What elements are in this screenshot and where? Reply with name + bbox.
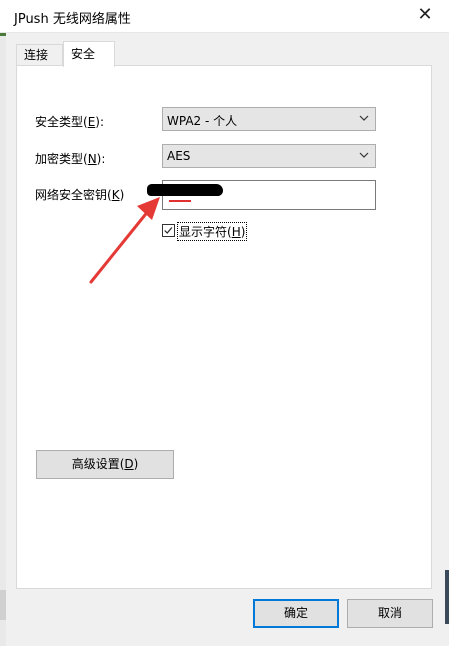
window-title: JPush 无线网络属性	[14, 12, 131, 27]
tab-connection[interactable]: 连接	[16, 44, 63, 65]
show-characters-label[interactable]: 显示字符(H)	[176, 222, 248, 241]
advanced-settings-button[interactable]: 高级设置(D)	[36, 450, 174, 479]
encryption-type-dropdown[interactable]: AES	[162, 144, 376, 168]
encryption-type-value: AES	[167, 149, 191, 163]
cancel-button[interactable]: 取消	[347, 599, 433, 628]
show-characters-checkbox[interactable]	[162, 224, 175, 237]
tab-security-label: 安全	[71, 47, 96, 61]
title-bar[interactable]: JPush 无线网络属性 ✕	[0, 0, 449, 33]
chevron-down-icon	[359, 115, 369, 121]
network-key-input[interactable]	[147, 180, 376, 210]
redaction-mark	[147, 184, 223, 196]
background-window-edge-left-bottom	[0, 590, 6, 620]
text-cursor-underline	[169, 200, 191, 202]
encryption-type-label: 加密类型(N):	[35, 152, 106, 166]
security-type-value: WPA2 - 个人	[167, 114, 238, 128]
close-icon[interactable]: ✕	[415, 5, 435, 25]
security-type-dropdown[interactable]: WPA2 - 个人	[162, 107, 376, 131]
network-key-label: 网络安全密钥(K)	[35, 188, 125, 202]
tab-security[interactable]: 安全	[63, 41, 115, 67]
checkmark-icon	[164, 227, 173, 234]
security-type-label: 安全类型(E):	[35, 115, 105, 129]
security-tab-page: 安全类型(E): WPA2 - 个人 加密类型(N): AES 网络安全密钥(K…	[16, 65, 432, 589]
background-window-edge	[0, 32, 6, 646]
wireless-properties-window: JPush 无线网络属性 ✕ 连接 安全 安全类型(E): WPA2 - 个人 …	[0, 0, 449, 646]
chevron-down-icon	[359, 152, 369, 158]
background-window-edge-right	[445, 570, 449, 624]
tab-connection-label: 连接	[24, 48, 49, 62]
ok-button[interactable]: 确定	[253, 599, 339, 628]
